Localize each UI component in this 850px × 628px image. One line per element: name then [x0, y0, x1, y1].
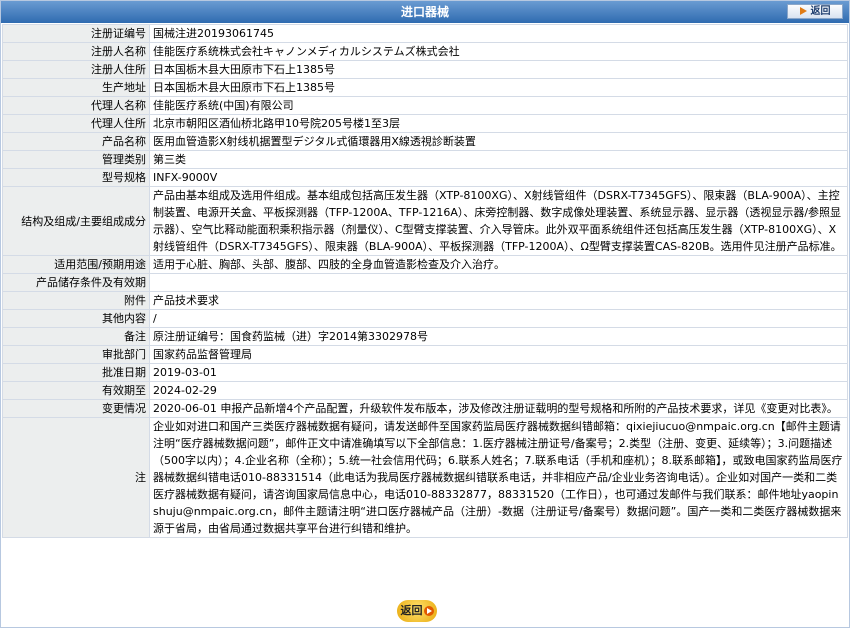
- row-label: 管理类别: [2, 150, 150, 169]
- row-value: 原注册证编号：国食药监械（进）字2014第3302978号: [149, 327, 848, 346]
- table-row: 备注 原注册证编号：国食药监械（进）字2014第3302978号: [2, 327, 848, 346]
- table-row: 附件 产品技术要求: [2, 291, 848, 310]
- row-value: 2024-02-29: [149, 381, 848, 400]
- row-label: 代理人住所: [2, 114, 150, 133]
- row-label: 适用范围/预期用途: [2, 255, 150, 274]
- back-button-bottom-label: 返回: [400, 604, 423, 617]
- page-title: 进口器械: [400, 5, 449, 19]
- table-row: 变更情况 2020-06-01 申报产品新增4个产品配置，升级软件发布版本，涉及修…: [2, 399, 848, 418]
- row-value: 产品技术要求: [149, 291, 848, 310]
- row-value: 第三类: [149, 150, 848, 169]
- row-label: 代理人名称: [2, 96, 150, 115]
- row-value: 佳能医疗系统(中国)有限公司: [149, 96, 848, 115]
- table-row: 代理人名称 佳能医疗系统(中国)有限公司: [2, 96, 848, 115]
- table-row: 其他内容 /: [2, 309, 848, 328]
- row-value: 适用于心脏、胸部、头部、腹部、四肢的全身血管造影检查及介入治疗。: [149, 255, 848, 274]
- row-label: 注: [2, 417, 150, 538]
- arrow-right-icon: [799, 7, 807, 15]
- row-value: 2020-06-01 申报产品新增4个产品配置，升级软件发布版本，涉及修改注册证…: [149, 399, 848, 418]
- table-row: 代理人住所 北京市朝阳区酒仙桥北路甲10号院205号楼1至3层: [2, 114, 848, 133]
- table-row: 批准日期 2019-03-01: [2, 363, 848, 382]
- row-label: 审批部门: [2, 345, 150, 364]
- row-value: 北京市朝阳区酒仙桥北路甲10号院205号楼1至3层: [149, 114, 848, 133]
- table-row: 生产地址 日本国栃木县大田原市下石上1385号: [2, 78, 848, 97]
- table-row: 产品储存条件及有效期: [2, 273, 848, 292]
- table-row: 适用范围/预期用途 适用于心脏、胸部、头部、腹部、四肢的全身血管造影检查及介入治疗…: [2, 255, 848, 274]
- row-label: 变更情况: [2, 399, 150, 418]
- table-row: 注册证编号 国械注进20193061745: [2, 24, 848, 43]
- table-row: 管理类别 第三类: [2, 150, 848, 169]
- info-table: 注册证编号 国械注进20193061745 注册人名称 佳能医疗系统株式会社キャノン…: [2, 24, 848, 538]
- page-frame: 进口器械 返回 注册证编号 国械注进20193061745 注册人名称 佳能医疗系统…: [0, 0, 850, 628]
- table-row: 注企业如对进口和国产三类医疗器械数据有疑问，请发送邮件至国家药监局医疗器械数据纠…: [2, 417, 848, 538]
- row-label: 备注: [2, 327, 150, 346]
- row-label: 其他内容: [2, 309, 150, 328]
- row-label: 产品储存条件及有效期: [2, 273, 150, 292]
- back-button-top[interactable]: 返回: [787, 4, 843, 19]
- row-value: INFX-9000V: [149, 168, 848, 187]
- row-label: 注册人住所: [2, 60, 150, 79]
- back-button-top-label: 返回: [810, 6, 831, 17]
- table-row: 审批部门 国家药品监督管理局: [2, 345, 848, 364]
- row-value: 佳能医疗系统株式会社キャノンメディカルシステムズ株式会社: [149, 42, 848, 61]
- table-row: 产品名称 医用血管造影X射线机据置型デジタル式循環器用X線透視診断装置: [2, 132, 848, 151]
- row-value: 国家药品监督管理局: [149, 345, 848, 364]
- header-bar: 进口器械 返回: [1, 1, 849, 23]
- row-value: 2019-03-01: [149, 363, 848, 382]
- row-value: 日本国栃木县大田原市下石上1385号: [149, 78, 848, 97]
- row-value: /: [149, 309, 848, 328]
- arrow-circle-icon: [423, 606, 434, 616]
- table-row: 注册人住所 日本国栃木县大田原市下石上1385号: [2, 60, 848, 79]
- row-label: 注册证编号: [2, 24, 150, 43]
- row-value: 国械注进20193061745: [149, 24, 848, 43]
- table-row: 有效期至 2024-02-29: [2, 381, 848, 400]
- table-row: 结构及组成/主要组成成分 产品由基本组成及选用件组成。基本组成包括高压发生器（XT…: [2, 186, 848, 256]
- row-value: 企业如对进口和国产三类医疗器械数据有疑问，请发送邮件至国家药监局医疗器械数据纠错…: [149, 417, 848, 538]
- row-value: [149, 273, 848, 292]
- row-label: 有效期至: [2, 381, 150, 400]
- row-value: 产品由基本组成及选用件组成。基本组成包括高压发生器（XTP-8100XG）、X射…: [149, 186, 848, 256]
- row-value: 日本国栃木县大田原市下石上1385号: [149, 60, 848, 79]
- table-row: 型号规格 INFX-9000V: [2, 168, 848, 187]
- back-button-bottom[interactable]: 返回: [397, 600, 437, 622]
- row-label: 产品名称: [2, 132, 150, 151]
- row-value: 医用血管造影X射线机据置型デジタル式循環器用X線透視診断装置: [149, 132, 848, 151]
- row-label: 附件: [2, 291, 150, 310]
- row-label: 注册人名称: [2, 42, 150, 61]
- row-label: 结构及组成/主要组成成分: [2, 186, 150, 256]
- table-row: 注册人名称 佳能医疗系统株式会社キャノンメディカルシステムズ株式会社: [2, 42, 848, 61]
- row-label: 批准日期: [2, 363, 150, 382]
- row-label: 生产地址: [2, 78, 150, 97]
- row-label: 型号规格: [2, 168, 150, 187]
